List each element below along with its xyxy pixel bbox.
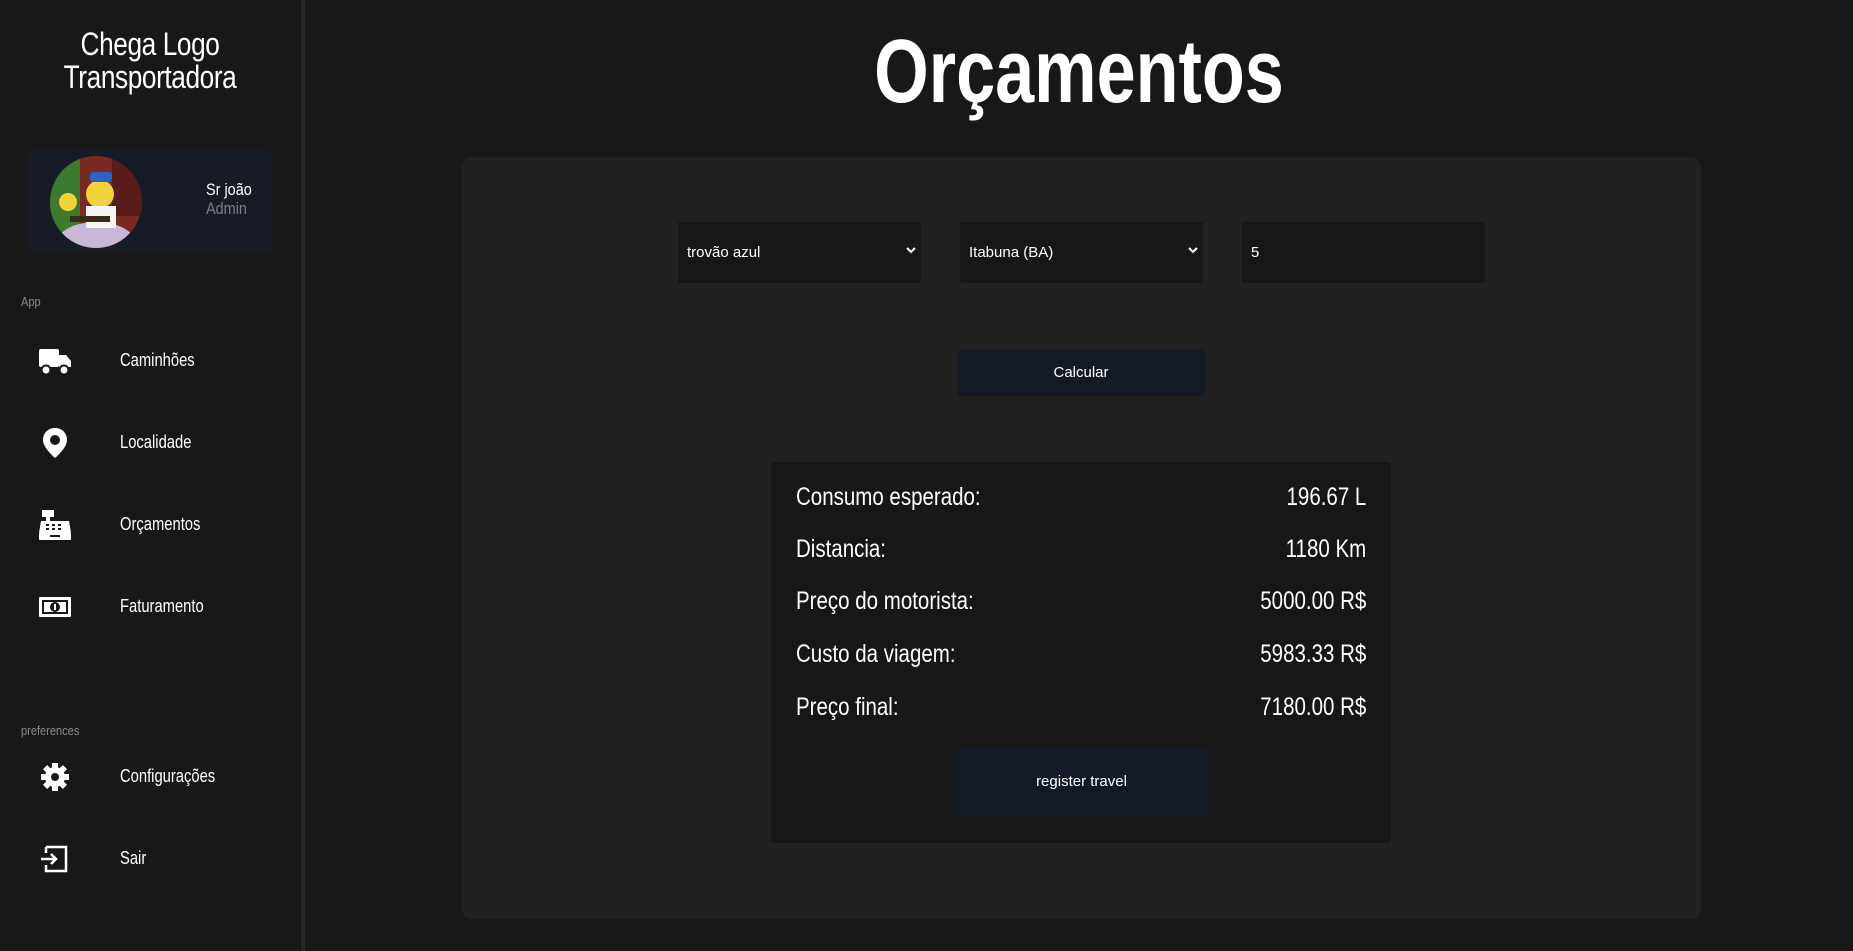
- truck-select-value: trovão azul: [687, 244, 761, 261]
- location-select-value: Itabuna (BA): [969, 244, 1054, 261]
- result-value: 196.67 L: [1286, 483, 1366, 511]
- result-label: Custo da viagem:: [796, 640, 956, 668]
- quantity-input-value: 5: [1251, 244, 1260, 261]
- map-pin-icon: [38, 427, 72, 459]
- sidebar-item-label: Caminhões: [120, 350, 195, 370]
- profile-name: Sr joão: [206, 180, 252, 199]
- calculate-button[interactable]: Calcular: [957, 350, 1205, 396]
- sidebar-item-sair[interactable]: Sair: [0, 829, 300, 889]
- sidebar-item-configuracoes[interactable]: Configurações: [0, 747, 300, 807]
- page-title: Orçamentos: [874, 22, 1284, 122]
- sidebar-item-localidade[interactable]: Localidade: [0, 413, 300, 473]
- chevron-down-icon: [1188, 247, 1198, 254]
- sidebar-item-label: Sair: [120, 848, 147, 868]
- result-value: 7180.00 R$: [1259, 693, 1366, 721]
- chevron-down-icon: [906, 247, 916, 254]
- sidebar-item-label: Faturamento: [120, 596, 204, 616]
- quantity-input[interactable]: 5: [1242, 222, 1485, 283]
- brand-line-1: Chega Logo: [80, 26, 220, 62]
- result-value: 5000.00 R$: [1259, 587, 1366, 615]
- brand-line-2: Transportadora: [63, 59, 237, 95]
- budget-panel: trovão azul Itabuna (BA) 5 Calcular Cons…: [462, 157, 1701, 919]
- avatar: [50, 156, 142, 248]
- profile-card[interactable]: Sr joão Admin: [28, 150, 272, 252]
- sidebar-item-label: Localidade: [120, 432, 192, 452]
- result-row-distancia: Distancia: 1180 Km: [796, 529, 1366, 569]
- money-bill-icon: [38, 591, 72, 623]
- sidebar: Chega Logo Transportadora Sr joão Admin …: [0, 0, 305, 951]
- truck-select[interactable]: trovão azul: [678, 222, 921, 283]
- result-value: 1180 Km: [1285, 535, 1366, 563]
- result-label: Preço final:: [796, 693, 899, 721]
- gear-icon: [38, 761, 72, 793]
- cash-register-icon: [38, 509, 72, 541]
- register-travel-button[interactable]: register travel: [953, 748, 1210, 816]
- sidebar-item-faturamento[interactable]: Faturamento: [0, 577, 300, 637]
- result-row-consumo: Consumo esperado: 196.67 L: [796, 477, 1366, 517]
- result-label: Distancia:: [796, 535, 887, 563]
- sidebar-item-caminhoes[interactable]: Caminhões: [0, 331, 300, 391]
- location-select[interactable]: Itabuna (BA): [960, 222, 1203, 283]
- result-value: 5983.33 R$: [1259, 640, 1366, 668]
- sidebar-item-orcamentos[interactable]: Orçamentos: [0, 495, 300, 555]
- section-label-app: App: [21, 294, 41, 309]
- result-row-preco-final: Preço final: 7180.00 R$: [796, 687, 1366, 727]
- truck-icon: [38, 345, 72, 377]
- sign-out-icon: [38, 843, 72, 875]
- results-card: Consumo esperado: 196.67 L Distancia: 11…: [771, 462, 1391, 843]
- section-label-preferences: preferences: [21, 723, 80, 738]
- result-label: Consumo esperado:: [796, 483, 981, 511]
- result-label: Preço do motorista:: [796, 587, 974, 615]
- brand-logo-text: Chega Logo Transportadora: [27, 28, 273, 94]
- sidebar-item-label: Orçamentos: [120, 514, 201, 534]
- sidebar-item-label: Configurações: [120, 766, 216, 786]
- result-row-custo: Custo da viagem: 5983.33 R$: [796, 634, 1366, 674]
- profile-role: Admin: [206, 199, 247, 218]
- result-row-motorista: Preço do motorista: 5000.00 R$: [796, 581, 1366, 621]
